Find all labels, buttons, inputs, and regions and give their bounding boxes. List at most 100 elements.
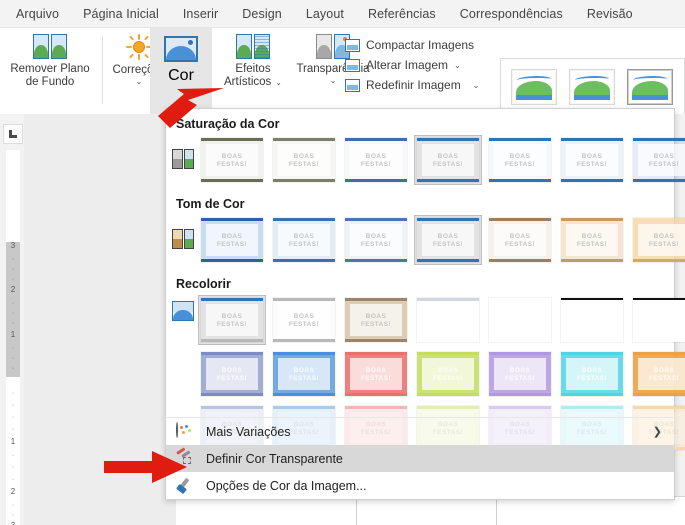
menu-item-opcoes-de-cor[interactable]: Opções de Cor da Imagem... xyxy=(166,472,674,499)
color-preview-thumbnail[interactable]: BOASFESTAS! xyxy=(270,215,338,265)
color-preview-thumbnail[interactable]: BOASFESTAS! xyxy=(342,349,410,399)
compress-images-button[interactable]: Compactar Imagens xyxy=(345,38,495,52)
thumbnail-caption-line1: BOAS xyxy=(365,152,387,160)
thumbnail-caption-line2: FESTAS! xyxy=(504,240,536,248)
color-preview-thumbnail[interactable]: BOASFESTAS! xyxy=(630,295,685,345)
color-preview-thumbnail[interactable]: BOASFESTAS! xyxy=(414,349,482,399)
thumbnail-caption-line1: BOAS xyxy=(653,232,675,240)
artistic-effects-icon xyxy=(236,34,270,59)
color-preview-thumbnail[interactable]: BOASFESTAS! xyxy=(198,295,266,345)
recolor-row: BOASFESTAS!BOASFESTAS!BOASFESTAS!BOASFES… xyxy=(198,349,685,399)
ribbon-tab-design[interactable]: Design xyxy=(230,0,294,28)
thumbnail-caption-line1: BOAS xyxy=(293,366,315,374)
color-preview-thumbnail[interactable]: BOASFESTAS! xyxy=(414,135,482,185)
color-preview-thumbnail[interactable]: BOASFESTAS! xyxy=(486,295,554,345)
thumbnail-caption-line2: FESTAS! xyxy=(504,374,536,382)
image-commands-group: Compactar Imagens Alterar Imagem ⌄ Redef… xyxy=(345,28,495,114)
reset-image-icon xyxy=(345,78,360,92)
recolor-lead-icon xyxy=(172,301,194,321)
picture-style-thumb[interactable] xyxy=(511,69,557,105)
menu-item-definir-cor-transparente[interactable]: Definir Cor Transparente xyxy=(166,445,674,472)
color-preview-thumbnail[interactable]: BOASFESTAS! xyxy=(198,349,266,399)
color-preview-thumbnail[interactable]: BOASFESTAS! xyxy=(342,295,410,345)
color-preview-thumbnail[interactable]: BOASFESTAS! xyxy=(486,349,554,399)
corrections-chevron-down-icon[interactable]: ⌄ xyxy=(136,78,143,86)
thumbnail-caption-line2: FESTAS! xyxy=(360,374,392,382)
thumbnail-caption-line1: BOAS xyxy=(221,312,243,320)
color-preview-thumbnail[interactable]: BOASFESTAS! xyxy=(198,135,266,185)
ribbon-tab-referencias[interactable]: Referências xyxy=(356,0,448,28)
change-image-label: Alterar Imagem xyxy=(366,58,449,72)
color-menu-item-list[interactable]: Mais Variações ❯ Definir Cor Transparent… xyxy=(166,417,674,499)
menu-item-mais-variacoes[interactable]: Mais Variações ❯ xyxy=(166,418,674,445)
ruler-number: 2 xyxy=(10,487,16,496)
color-preview-thumbnail[interactable]: BOASFESTAS! xyxy=(270,295,338,345)
color-preview-thumbnail[interactable]: BOASFESTAS! xyxy=(558,295,626,345)
color-preview-thumbnail[interactable]: BOASFESTAS! xyxy=(198,215,266,265)
reset-image-chevron-down-icon[interactable]: ⌄ xyxy=(473,81,480,90)
thumbnail-caption-line1: BOAS xyxy=(293,312,315,320)
thumbnail-caption-line1: BOAS xyxy=(437,152,459,160)
picture-style-thumb[interactable] xyxy=(569,69,615,105)
color-preview-thumbnail[interactable]: BOASFESTAS! xyxy=(630,215,685,265)
color-preview-thumbnail[interactable]: BOASFESTAS! xyxy=(270,349,338,399)
ribbon-tab-revisao[interactable]: Revisão xyxy=(575,0,645,28)
color-preview-thumbnail[interactable]: BOASFESTAS! xyxy=(270,135,338,185)
vertical-ruler[interactable]: 3 · · · 2 · · · 1 · · · · · · · 1 · · · … xyxy=(6,150,20,525)
color-button[interactable]: Cor ⌄ xyxy=(150,28,212,114)
color-label: Cor xyxy=(168,67,194,84)
color-dropdown-menu[interactable]: Saturação da Cor BOAS FESTAS! BOAS FESTAS! B… xyxy=(165,108,685,500)
thumbnail-caption-line1: BOAS xyxy=(365,366,387,374)
ruler-number: 1 xyxy=(10,437,16,446)
color-preview-thumbnail[interactable]: BOASFESTAS! xyxy=(558,349,626,399)
artistic-effects-label-1: Efeitos xyxy=(235,63,271,75)
color-preview-thumbnail[interactable]: BOASFESTAS! xyxy=(342,215,410,265)
thumbnail-caption-line2: FESTAS! xyxy=(648,160,680,168)
color-preview-thumbnail[interactable]: BOASFESTAS! xyxy=(342,135,410,185)
ribbon-tab-layout[interactable]: Layout xyxy=(294,0,356,28)
thumbnail-caption-line2: FESTAS! xyxy=(360,240,392,248)
thumbnail-caption-line1: BOAS xyxy=(653,152,675,160)
chevron-right-icon[interactable]: ❯ xyxy=(653,425,662,438)
thumbnail-caption-line2: FESTAS! xyxy=(216,320,248,328)
color-preview-thumbnail[interactable]: BOASFESTAS! xyxy=(414,295,482,345)
change-image-icon xyxy=(345,58,360,72)
ribbon-divider-1 xyxy=(102,36,103,104)
color-preview-thumbnail[interactable]: BOASFESTAS! xyxy=(414,215,482,265)
transparency-chevron-down-icon[interactable]: ⌄ xyxy=(330,77,337,85)
change-image-button[interactable]: Alterar Imagem ⌄ xyxy=(345,58,495,72)
thumbnail-caption-line1: BOAS xyxy=(510,313,530,320)
thumbnail-caption-line2: FESTAS! xyxy=(216,160,248,168)
tone-lead-icon xyxy=(172,229,194,249)
remove-background-button[interactable]: Remover Plano de Fundo xyxy=(0,28,100,114)
artistic-effects-chevron-down-icon[interactable]: ⌄ xyxy=(275,78,282,87)
color-preview-thumbnail[interactable]: BOASFESTAS! xyxy=(630,135,685,185)
thumbnail-caption-line2: FESTAS! xyxy=(288,320,320,328)
remove-background-label-1: Remover Plano xyxy=(10,63,90,75)
palette-icon xyxy=(176,421,196,441)
color-preview-thumbnail[interactable]: BOASFESTAS! xyxy=(630,349,685,399)
thumbnail-caption-line2: FESTAS! xyxy=(576,240,608,248)
artistic-effects-button[interactable]: Efeitos Artísticos ⌄ xyxy=(214,28,292,114)
remove-background-label-2: de Fundo xyxy=(25,76,75,88)
reset-image-button[interactable]: Redefinir Imagem ⌄ xyxy=(345,78,495,92)
color-icon xyxy=(164,36,198,62)
ribbon-tab-pagina-inicial[interactable]: Página Inicial xyxy=(71,0,171,28)
tab-stop-selector[interactable] xyxy=(3,124,23,144)
change-image-chevron-down-icon[interactable]: ⌄ xyxy=(454,61,461,70)
thumbnail-caption-line1: BOAS xyxy=(437,232,459,240)
ribbon-tab-correspondencias[interactable]: Correspondências xyxy=(448,0,575,28)
ribbon-tab-inserir[interactable]: Inserir xyxy=(171,0,230,28)
color-chevron-down-icon[interactable]: ⌄ xyxy=(178,86,185,94)
color-preview-thumbnail[interactable]: BOASFESTAS! xyxy=(558,215,626,265)
document-page[interactable] xyxy=(176,496,685,525)
picture-style-thumb[interactable] xyxy=(627,69,673,105)
saturation-gallery[interactable]: BOAS FESTAS! BOAS FESTAS! BOAS FESTAS! BOAS FES… xyxy=(166,135,685,185)
tone-gallery[interactable]: BOAS FESTAS! BOAS FESTAS! BOAS FESTAS! BOAS FES… xyxy=(166,215,685,265)
ribbon-tab-arquivo[interactable]: Arquivo xyxy=(0,0,71,28)
color-preview-thumbnail[interactable]: BOASFESTAS! xyxy=(558,135,626,185)
menu-item-mais-variacoes-label: Mais Variações xyxy=(206,424,291,439)
thumbnail-caption-line1: BOAS xyxy=(581,366,603,374)
color-preview-thumbnail[interactable]: BOASFESTAS! xyxy=(486,215,554,265)
color-preview-thumbnail[interactable]: BOASFESTAS! xyxy=(486,135,554,185)
